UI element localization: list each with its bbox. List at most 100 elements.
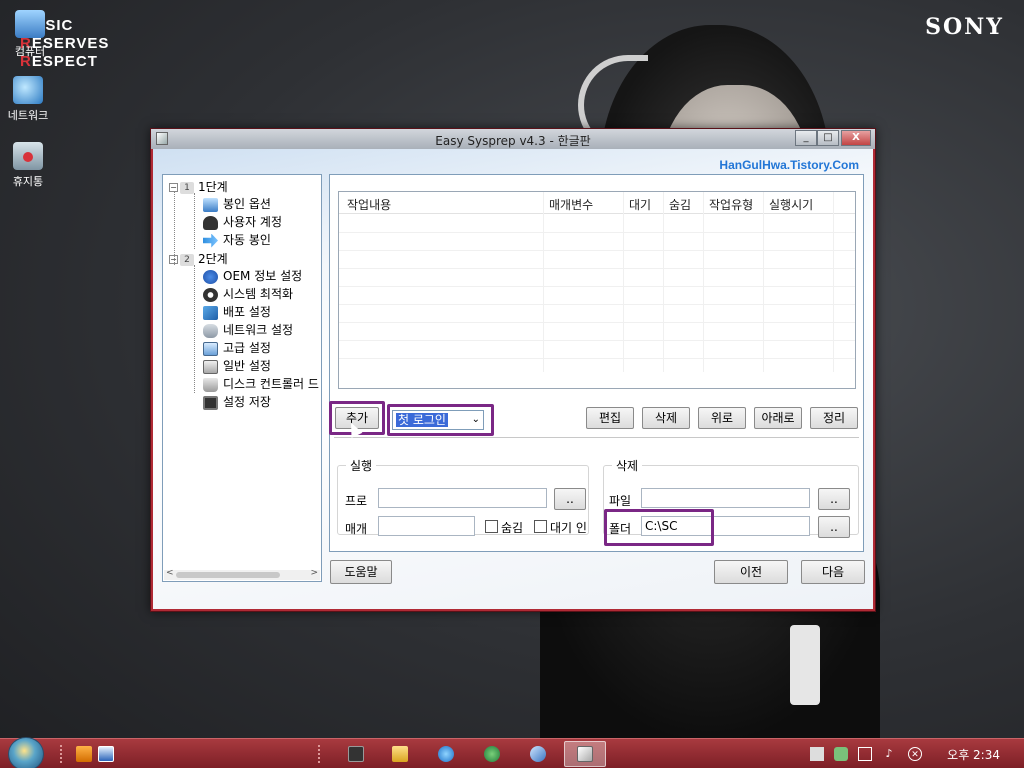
column-header-timing[interactable]: 실행시기 <box>769 196 813 213</box>
window-title: Easy Sysprep v4.3 - 한글판 <box>435 134 591 148</box>
highlight-box-folder <box>604 509 714 546</box>
column-header-type[interactable]: 작업유형 <box>709 196 753 213</box>
minimize-button[interactable]: _ <box>795 130 817 146</box>
taskbar: ♪ ✕ 오후 2:34 <box>0 737 1024 768</box>
desktop-icon-label: 컴퓨터 <box>14 45 46 58</box>
tree-item-user-account[interactable]: 사용자 계정 <box>203 213 282 231</box>
tree-item-seal-options[interactable]: 봉인 옵션 <box>203 195 271 213</box>
desktop-icon-computer[interactable]: 컴퓨터 <box>0 10 60 59</box>
step-number-badge: 2 <box>180 253 194 266</box>
network-icon <box>203 323 218 338</box>
wait-checkbox[interactable] <box>534 520 547 533</box>
chevron-down-icon: ⌄ <box>471 414 480 425</box>
delete-button[interactable]: 삭제 <box>642 407 690 429</box>
param-label: 매개 <box>345 522 368 536</box>
desktop-icon-network[interactable]: 네트워크 <box>0 76 58 123</box>
window-client: HanGulHwa.Tistory.Com −1 1단계 봉인 옵션 사용자 계정… <box>153 149 873 609</box>
tree-group-label: 2단계 <box>198 252 228 266</box>
desktop-icon-label: 휴지통 <box>12 175 44 188</box>
flag-icon[interactable] <box>810 747 824 761</box>
title-bar[interactable]: Easy Sysprep v4.3 - 한글판 _ □ X <box>151 129 875 149</box>
tree-item-network-settings[interactable]: 네트워크 설정 <box>203 321 293 339</box>
taskbar-grip[interactable] <box>318 745 322 763</box>
hide-label: 숨김 <box>501 521 524 535</box>
column-header-task[interactable]: 작업내용 <box>347 196 391 213</box>
collapse-icon[interactable]: − <box>169 255 178 264</box>
tree-group-step1[interactable]: −1 1단계 <box>169 178 228 195</box>
task-table[interactable]: 작업내용 매개변수 대기 숨김 작업유형 실행시기 <box>338 191 856 389</box>
maximize-button[interactable]: □ <box>817 130 839 146</box>
close-button[interactable]: X <box>841 130 871 146</box>
scrollbar-thumb[interactable] <box>176 572 280 578</box>
internet-explorer-icon[interactable] <box>438 746 454 762</box>
tree-item-disk-controller[interactable]: 디스크 컨트롤러 드 <box>203 375 319 393</box>
tree-item-save-settings[interactable]: 설정 저장 <box>203 393 271 411</box>
sony-logo: SONY <box>925 14 1004 40</box>
tree-item-advanced[interactable]: 고급 설정 <box>203 339 271 357</box>
tree-connector <box>194 265 195 393</box>
floppy-save-icon <box>203 395 218 410</box>
move-up-button[interactable]: 위로 <box>698 407 746 429</box>
folder-browse-button[interactable]: .. <box>818 516 850 538</box>
monitor-icon <box>203 197 218 212</box>
group-legend: 실행 <box>346 457 377 474</box>
easy-sysprep-window: Easy Sysprep v4.3 - 한글판 _ □ X HanGulHwa.… <box>150 128 876 612</box>
scroll-right-arrow[interactable]: > <box>310 568 318 578</box>
execution-timing-select[interactable]: 첫 로그인 ⌄ <box>392 410 484 430</box>
grid-line <box>339 340 855 341</box>
shield-icon[interactable] <box>834 747 848 761</box>
grid-line <box>339 232 855 233</box>
easy-sysprep-taskbar-icon[interactable] <box>577 746 593 762</box>
program-browse-button[interactable]: .. <box>554 488 586 510</box>
gear-icon <box>203 287 218 302</box>
tree-item-auto-seal[interactable]: 자동 봉인 <box>203 231 271 249</box>
file-browse-button[interactable]: .. <box>818 488 850 510</box>
start-button[interactable] <box>8 737 44 768</box>
network-icon[interactable] <box>858 747 872 761</box>
volume-icon[interactable]: ♪ <box>882 747 896 761</box>
hide-checkbox[interactable] <box>485 520 498 533</box>
tree-horizontal-scrollbar[interactable]: < > <box>164 568 320 580</box>
edit-button[interactable]: 편집 <box>586 407 634 429</box>
grid-line <box>339 286 855 287</box>
close-circle-icon[interactable]: ✕ <box>908 747 922 761</box>
collapse-icon[interactable]: − <box>169 183 178 192</box>
column-header-wait[interactable]: 대기 <box>629 196 651 213</box>
user-icon <box>203 215 218 230</box>
param-input[interactable] <box>378 516 475 536</box>
brand-link[interactable]: HanGulHwa.Tistory.Com <box>719 158 859 172</box>
help-button[interactable]: 도움말 <box>330 560 392 584</box>
wallpaper-scarf <box>790 625 820 705</box>
next-button[interactable]: 다음 <box>801 560 865 584</box>
separator <box>334 437 859 438</box>
tree-item-general[interactable]: 일반 설정 <box>203 357 271 375</box>
clock[interactable]: 오후 2:34 <box>947 746 1000 763</box>
column-header-params[interactable]: 매개변수 <box>549 196 593 213</box>
quicklaunch-app-icon[interactable] <box>76 746 92 762</box>
console-icon[interactable] <box>348 746 364 762</box>
show-desktop-icon[interactable] <box>98 746 114 762</box>
folder-icon[interactable] <box>392 746 408 762</box>
previous-button[interactable]: 이전 <box>714 560 788 584</box>
sort-button[interactable]: 정리 <box>810 407 858 429</box>
desktop-icon-recycle-bin[interactable]: 휴지통 <box>0 142 58 189</box>
step-tree[interactable]: −1 1단계 봉인 옵션 사용자 계정 자동 봉인 −2 2단계 OEM 정보 설정… <box>162 174 322 582</box>
grid-line <box>339 268 855 269</box>
select-value: 첫 로그인 <box>396 413 448 427</box>
grid-line <box>703 192 704 372</box>
column-header-hide[interactable]: 숨김 <box>669 196 691 213</box>
network-globe-icon[interactable] <box>484 746 500 762</box>
tree-item-system-optimize[interactable]: 시스템 최적화 <box>203 285 293 303</box>
tree-group-step2[interactable]: −2 2단계 <box>169 250 228 267</box>
grid-line <box>833 192 834 372</box>
tree-item-deploy[interactable]: 배포 설정 <box>203 303 271 321</box>
tree-group-label: 1단계 <box>198 180 228 194</box>
scroll-left-arrow[interactable]: < <box>166 568 174 578</box>
move-down-button[interactable]: 아래로 <box>754 407 802 429</box>
tree-item-oem-info[interactable]: OEM 정보 설정 <box>203 267 302 285</box>
program-input[interactable] <box>378 488 547 508</box>
taskbar-grip[interactable] <box>60 745 64 763</box>
search-icon[interactable] <box>530 746 546 762</box>
file-input[interactable] <box>641 488 810 508</box>
window-icon <box>203 341 218 356</box>
